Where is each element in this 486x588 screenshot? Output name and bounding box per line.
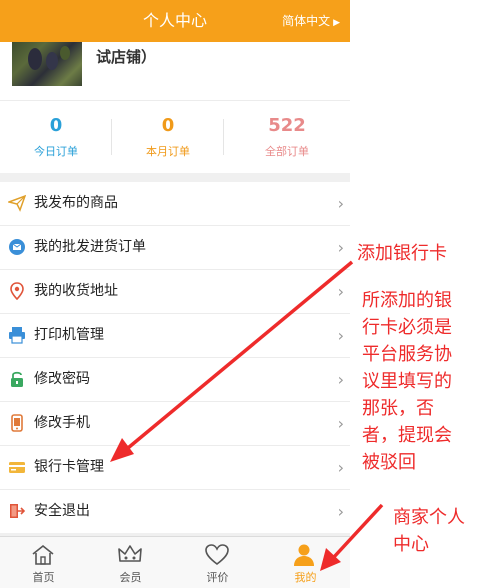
- language-label: 简体中文: [282, 14, 331, 28]
- annotation-merchant-center: 商家个人 中心: [393, 504, 465, 558]
- annotation-line: 议里填写的: [362, 371, 452, 392]
- stat-label: 全部订单: [265, 145, 309, 158]
- annotation-line: 中心: [393, 534, 429, 555]
- chevron-right-icon: ›: [337, 238, 344, 257]
- annotation-line: 商家个人: [393, 507, 465, 528]
- menu-item-label: 安全退出: [34, 503, 90, 519]
- annotation-card-note: 所添加的银 行卡必须是 平台服务协 议里填写的 那张，否 者，提现会 被驳回: [362, 287, 452, 476]
- stat-today-orders[interactable]: 0 今日订单: [0, 101, 112, 173]
- stat-value: 0: [49, 115, 63, 136]
- menu-item-label: 修改密码: [34, 371, 90, 387]
- logout-icon: [10, 504, 26, 518]
- stat-value: 0: [161, 115, 175, 136]
- phone-screen: 个人中心 简体中文 ▶ 试店铺） 0 今日订单 0 本月订单 522 全部订单 我…: [0, 0, 350, 588]
- chevron-right-icon: ›: [337, 502, 344, 521]
- stat-label: 今日订单: [34, 145, 78, 158]
- tab-members[interactable]: 会员: [87, 537, 174, 588]
- menu-list: 我发布的商品 › 我的批发进货订单 › 我的收货地址 › 打印机管理 › 修改密…: [0, 182, 350, 533]
- shop-name: 试店铺）: [96, 48, 157, 66]
- heart-icon: [205, 544, 229, 566]
- chevron-right-icon: ›: [337, 326, 344, 345]
- menu-item-logout[interactable]: 安全退出 ›: [0, 490, 350, 533]
- menu-item-shipping-address[interactable]: 我的收货地址 ›: [0, 270, 350, 314]
- mail-icon: [9, 239, 25, 255]
- menu-item-label: 我的收货地址: [34, 283, 118, 299]
- chevron-right-icon: ▶: [333, 18, 340, 28]
- menu-item-change-phone[interactable]: 修改手机 ›: [0, 402, 350, 446]
- menu-item-my-products[interactable]: 我发布的商品 ›: [0, 182, 350, 226]
- paper-plane-icon: [8, 194, 26, 212]
- annotation-line: 行卡必须是: [362, 317, 452, 338]
- tab-label: 我的: [294, 571, 317, 584]
- bottom-tab-bar: 首页 会员 评价 我的: [0, 536, 350, 588]
- top-bar: 个人中心 简体中文 ▶: [0, 0, 350, 42]
- chevron-right-icon: ›: [337, 282, 344, 301]
- chevron-right-icon: ›: [337, 194, 344, 213]
- chevron-right-icon: ›: [337, 370, 344, 389]
- tab-reviews[interactable]: 评价: [174, 537, 261, 588]
- menu-item-bank-card-management[interactable]: 银行卡管理 ›: [0, 446, 350, 490]
- chevron-right-icon: ›: [337, 414, 344, 433]
- annotation-add-card: 添加银行卡: [357, 243, 447, 264]
- annotation-line: 那张，否: [362, 398, 434, 419]
- chevron-right-icon: ›: [337, 458, 344, 477]
- tab-label: 评价: [206, 571, 229, 584]
- menu-item-label: 我发布的商品: [34, 195, 118, 211]
- printer-icon: [9, 327, 25, 344]
- annotation-line: 所添加的银: [362, 290, 452, 311]
- menu-item-wholesale-orders[interactable]: 我的批发进货订单 ›: [0, 226, 350, 270]
- unlock-icon: [11, 371, 23, 387]
- tab-label: 首页: [32, 571, 55, 584]
- menu-item-change-password[interactable]: 修改密码 ›: [0, 358, 350, 402]
- home-icon: [32, 544, 54, 565]
- avatar[interactable]: [12, 42, 82, 86]
- menu-item-label: 打印机管理: [34, 327, 104, 343]
- stat-value: 522: [268, 115, 306, 136]
- stat-label: 本月订单: [146, 145, 190, 158]
- tab-label: 会员: [119, 571, 142, 584]
- location-pin-icon: [10, 282, 24, 300]
- bank-card-icon: [9, 462, 25, 473]
- tab-home[interactable]: 首页: [0, 537, 87, 588]
- phone-icon: [11, 414, 23, 432]
- annotation-line: 者，提现会: [362, 425, 452, 446]
- crown-icon: [118, 545, 142, 562]
- stat-all-orders[interactable]: 522 全部订单: [224, 101, 350, 173]
- menu-item-label: 修改手机: [34, 415, 90, 431]
- menu-item-printer-management[interactable]: 打印机管理 ›: [0, 314, 350, 358]
- menu-item-label: 银行卡管理: [34, 459, 104, 475]
- menu-item-label: 我的批发进货订单: [34, 239, 146, 255]
- profile-section: 试店铺）: [0, 42, 350, 100]
- user-icon: [294, 544, 314, 566]
- language-selector[interactable]: 简体中文 ▶: [282, 0, 340, 42]
- annotation-line: 被驳回: [362, 452, 416, 473]
- stat-month-orders[interactable]: 0 本月订单: [112, 101, 224, 173]
- annotation-line: 平台服务协: [362, 344, 452, 365]
- order-stats: 0 今日订单 0 本月订单 522 全部订单: [0, 100, 350, 173]
- tab-mine[interactable]: 我的: [261, 537, 350, 588]
